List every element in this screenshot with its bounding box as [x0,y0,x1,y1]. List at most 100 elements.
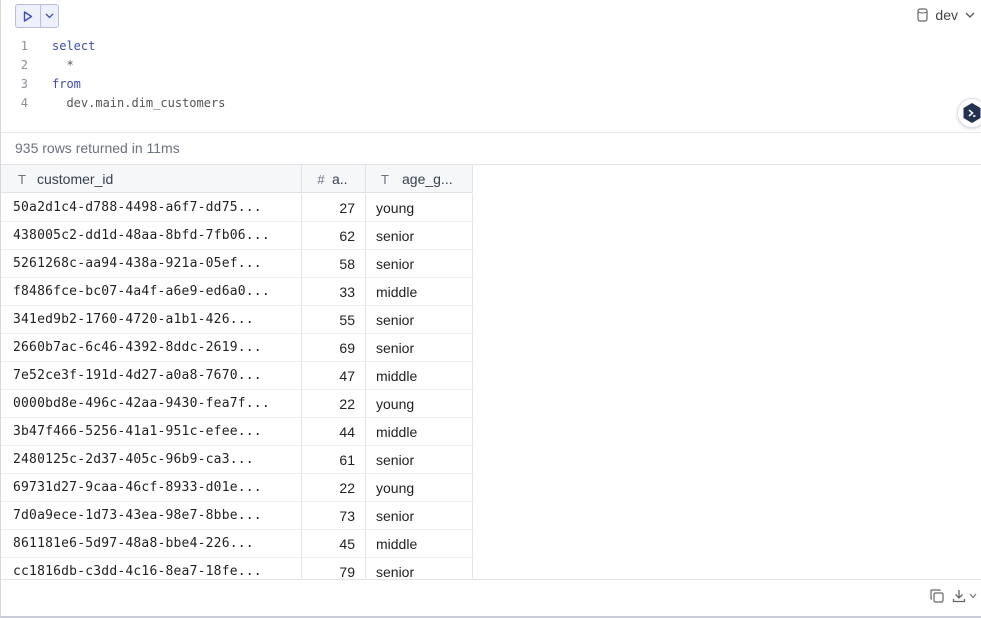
age-cell[interactable]: 22 [302,474,366,501]
age-cell[interactable]: 47 [302,362,366,389]
customer-id-cell[interactable]: f8486fce-bc07-4a4f-a6e9-ed6a0... [1,278,302,305]
sql-editor[interactable]: 1 select 2 * 3 from 4 dev.main.dim_custo… [1,36,981,132]
run-options-button[interactable] [41,5,58,27]
copy-button[interactable] [930,589,944,603]
customer-id-cell[interactable]: cc1816db-c3dd-4c16-8ea7-18fe... [1,558,302,578]
customer-id-cell[interactable]: 438005c2-dd1d-48aa-8bfd-7fb06... [1,222,302,249]
table-row[interactable]: 7d0a9ece-1d73-43ea-98e7-8bbe... 73 senior [1,502,473,530]
age-cell[interactable]: 62 [302,222,366,249]
cell-value: 50a2d1c4-d788-4498-a6f7-dd75... [13,200,262,215]
cell-value: middle [376,367,418,384]
cell-value: 3b47f466-5256-41a1-951c-efee... [13,424,262,439]
table-row[interactable]: 5261268c-aa94-438a-921a-05ef... 58 senior [1,250,473,278]
cell-value: f8486fce-bc07-4a4f-a6e9-ed6a0... [13,284,270,299]
table-row[interactable]: 50a2d1c4-d788-4498-a6f7-dd75... 27 young [1,194,473,222]
cell-value: 22 [339,395,355,412]
cell-value: 44 [339,423,355,440]
customer-id-cell[interactable]: 2660b7ac-6c46-4392-8ddc-2619... [1,334,302,361]
age-group-cell[interactable]: senior [366,250,473,277]
age-cell[interactable]: 69 [302,334,366,361]
table-row[interactable]: 3b47f466-5256-41a1-951c-efee... 44 middle [1,418,473,446]
cell-value: young [376,395,415,412]
grid-header: T customer_id # a.. T age_g... [1,165,473,193]
cell-value: 7e52ce3f-191d-4d27-a0a8-7670... [13,368,262,383]
cell-value: 33 [339,283,355,300]
table-row[interactable]: 438005c2-dd1d-48aa-8bfd-7fb06... 62 senior [1,222,473,250]
customer-id-cell[interactable]: 0000bd8e-496c-42aa-9430-fea7f... [1,390,302,417]
column-label: age_g... [402,171,453,187]
table-row[interactable]: 69731d27-9caa-46cf-8933-d01e... 22 young [1,474,473,502]
database-label: dev [935,7,958,23]
column-header-customer-id[interactable]: T customer_id [1,165,302,193]
age-group-cell[interactable]: young [366,474,473,501]
cell-value: senior [376,339,415,356]
chevron-down-icon [45,13,54,19]
customer-id-cell[interactable]: 861181e6-5d97-48a8-bbe4-226... [1,530,302,557]
text-type-icon: T [381,171,389,187]
database-selector[interactable]: dev [917,6,975,24]
age-group-cell[interactable]: young [366,390,473,417]
table-row[interactable]: 2480125c-2d37-405c-96b9-ca3... 61 senior [1,446,473,474]
age-group-cell[interactable]: senior [366,334,473,361]
divider [1,579,981,580]
code-line: 4 dev.main.dim_customers [1,93,981,112]
download-button[interactable] [952,589,977,603]
customer-id-cell[interactable]: 2480125c-2d37-405c-96b9-ca3... [1,446,302,473]
age-group-cell[interactable]: middle [366,362,473,389]
code-text: dev.main.dim_customers [52,95,226,110]
column-header-age[interactable]: # a.. [302,165,366,193]
age-cell[interactable]: 22 [302,390,366,417]
result-actions [930,589,977,603]
age-group-cell[interactable]: middle [366,418,473,445]
run-button[interactable] [16,5,41,27]
table-row[interactable]: f8486fce-bc07-4a4f-a6e9-ed6a0... 33 middle [1,278,473,306]
age-group-cell[interactable]: middle [366,278,473,305]
ai-assistant-button[interactable] [957,98,981,128]
customer-id-cell[interactable]: 50a2d1c4-d788-4498-a6f7-dd75... [1,194,302,221]
customer-id-cell[interactable]: 3b47f466-5256-41a1-951c-efee... [1,418,302,445]
copy-icon [930,589,944,603]
age-cell[interactable]: 33 [302,278,366,305]
customer-id-cell[interactable]: 7e52ce3f-191d-4d27-a0a8-7670... [1,362,302,389]
age-cell[interactable]: 61 [302,446,366,473]
age-group-cell[interactable]: senior [366,446,473,473]
age-group-cell[interactable]: senior [366,558,473,578]
age-cell[interactable]: 73 [302,502,366,529]
customer-id-cell[interactable]: 341ed9b2-1760-4720-a1b1-426... [1,306,302,333]
table-row[interactable]: 861181e6-5d97-48a8-bbe4-226... 45 middle [1,530,473,558]
column-label: customer_id [37,171,114,187]
age-cell[interactable]: 44 [302,418,366,445]
table-row[interactable]: 2660b7ac-6c46-4392-8ddc-2619... 69 senior [1,334,473,362]
chevron-down-icon [969,593,977,599]
cell-value: 341ed9b2-1760-4720-a1b1-426... [13,312,254,327]
age-group-cell[interactable]: senior [366,502,473,529]
line-number: 1 [20,38,28,53]
age-group-cell[interactable]: senior [366,222,473,249]
cell-value: middle [376,535,418,552]
database-icon [917,8,929,22]
table-row[interactable]: cc1816db-c3dd-4c16-8ea7-18fe... 79 senior [1,558,473,578]
cell-value: senior [376,311,415,328]
column-header-age-group[interactable]: T age_g... [366,165,473,193]
age-group-cell[interactable]: middle [366,530,473,557]
assistant-icon [963,103,981,123]
age-cell[interactable]: 58 [302,250,366,277]
age-group-cell[interactable]: young [366,194,473,221]
cell-value: young [376,199,415,216]
download-icon [952,590,966,603]
age-group-cell[interactable]: senior [366,306,473,333]
customer-id-cell[interactable]: 5261268c-aa94-438a-921a-05ef... [1,250,302,277]
code-line: 3 from [1,74,981,93]
table-row[interactable]: 341ed9b2-1760-4720-a1b1-426... 55 senior [1,306,473,334]
customer-id-cell[interactable]: 7d0a9ece-1d73-43ea-98e7-8bbe... [1,502,302,529]
age-cell[interactable]: 27 [302,194,366,221]
age-cell[interactable]: 79 [302,558,366,578]
cell-value: middle [376,423,418,440]
age-cell[interactable]: 55 [302,306,366,333]
table-row[interactable]: 0000bd8e-496c-42aa-9430-fea7f... 22 young [1,390,473,418]
table-row[interactable]: 7e52ce3f-191d-4d27-a0a8-7670... 47 middle [1,362,473,390]
age-cell[interactable]: 45 [302,530,366,557]
customer-id-cell[interactable]: 69731d27-9caa-46cf-8933-d01e... [1,474,302,501]
result-status: 935 rows returned in 11ms [15,140,180,156]
code-text: select [52,38,96,53]
